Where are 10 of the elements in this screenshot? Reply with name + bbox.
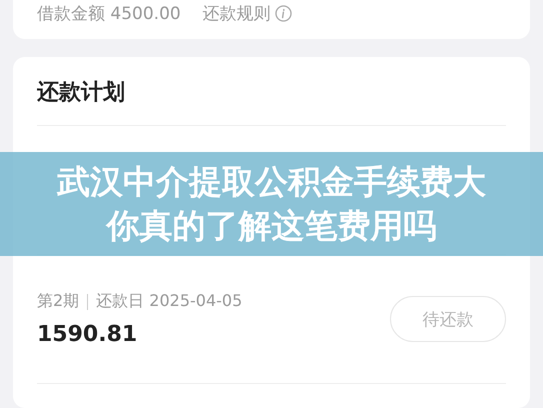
repay-button[interactable]: 待还款 [390, 296, 506, 342]
banner-title: 武汉中介提取公积金手续费大 [57, 161, 486, 203]
plan-title: 还款计划 [37, 77, 506, 126]
installment-amount: 1590.81 [37, 322, 138, 347]
due-date: 还款日 2025-04-05 [96, 291, 242, 312]
info-icon [274, 5, 292, 22]
banner-title: 你真的了解这笔费用吗 [106, 205, 436, 247]
period-label: 第2期 [37, 291, 80, 312]
loan-amount: 借款金额 4500.00 [37, 3, 181, 25]
rules-link[interactable]: 还款规则 [202, 2, 292, 25]
